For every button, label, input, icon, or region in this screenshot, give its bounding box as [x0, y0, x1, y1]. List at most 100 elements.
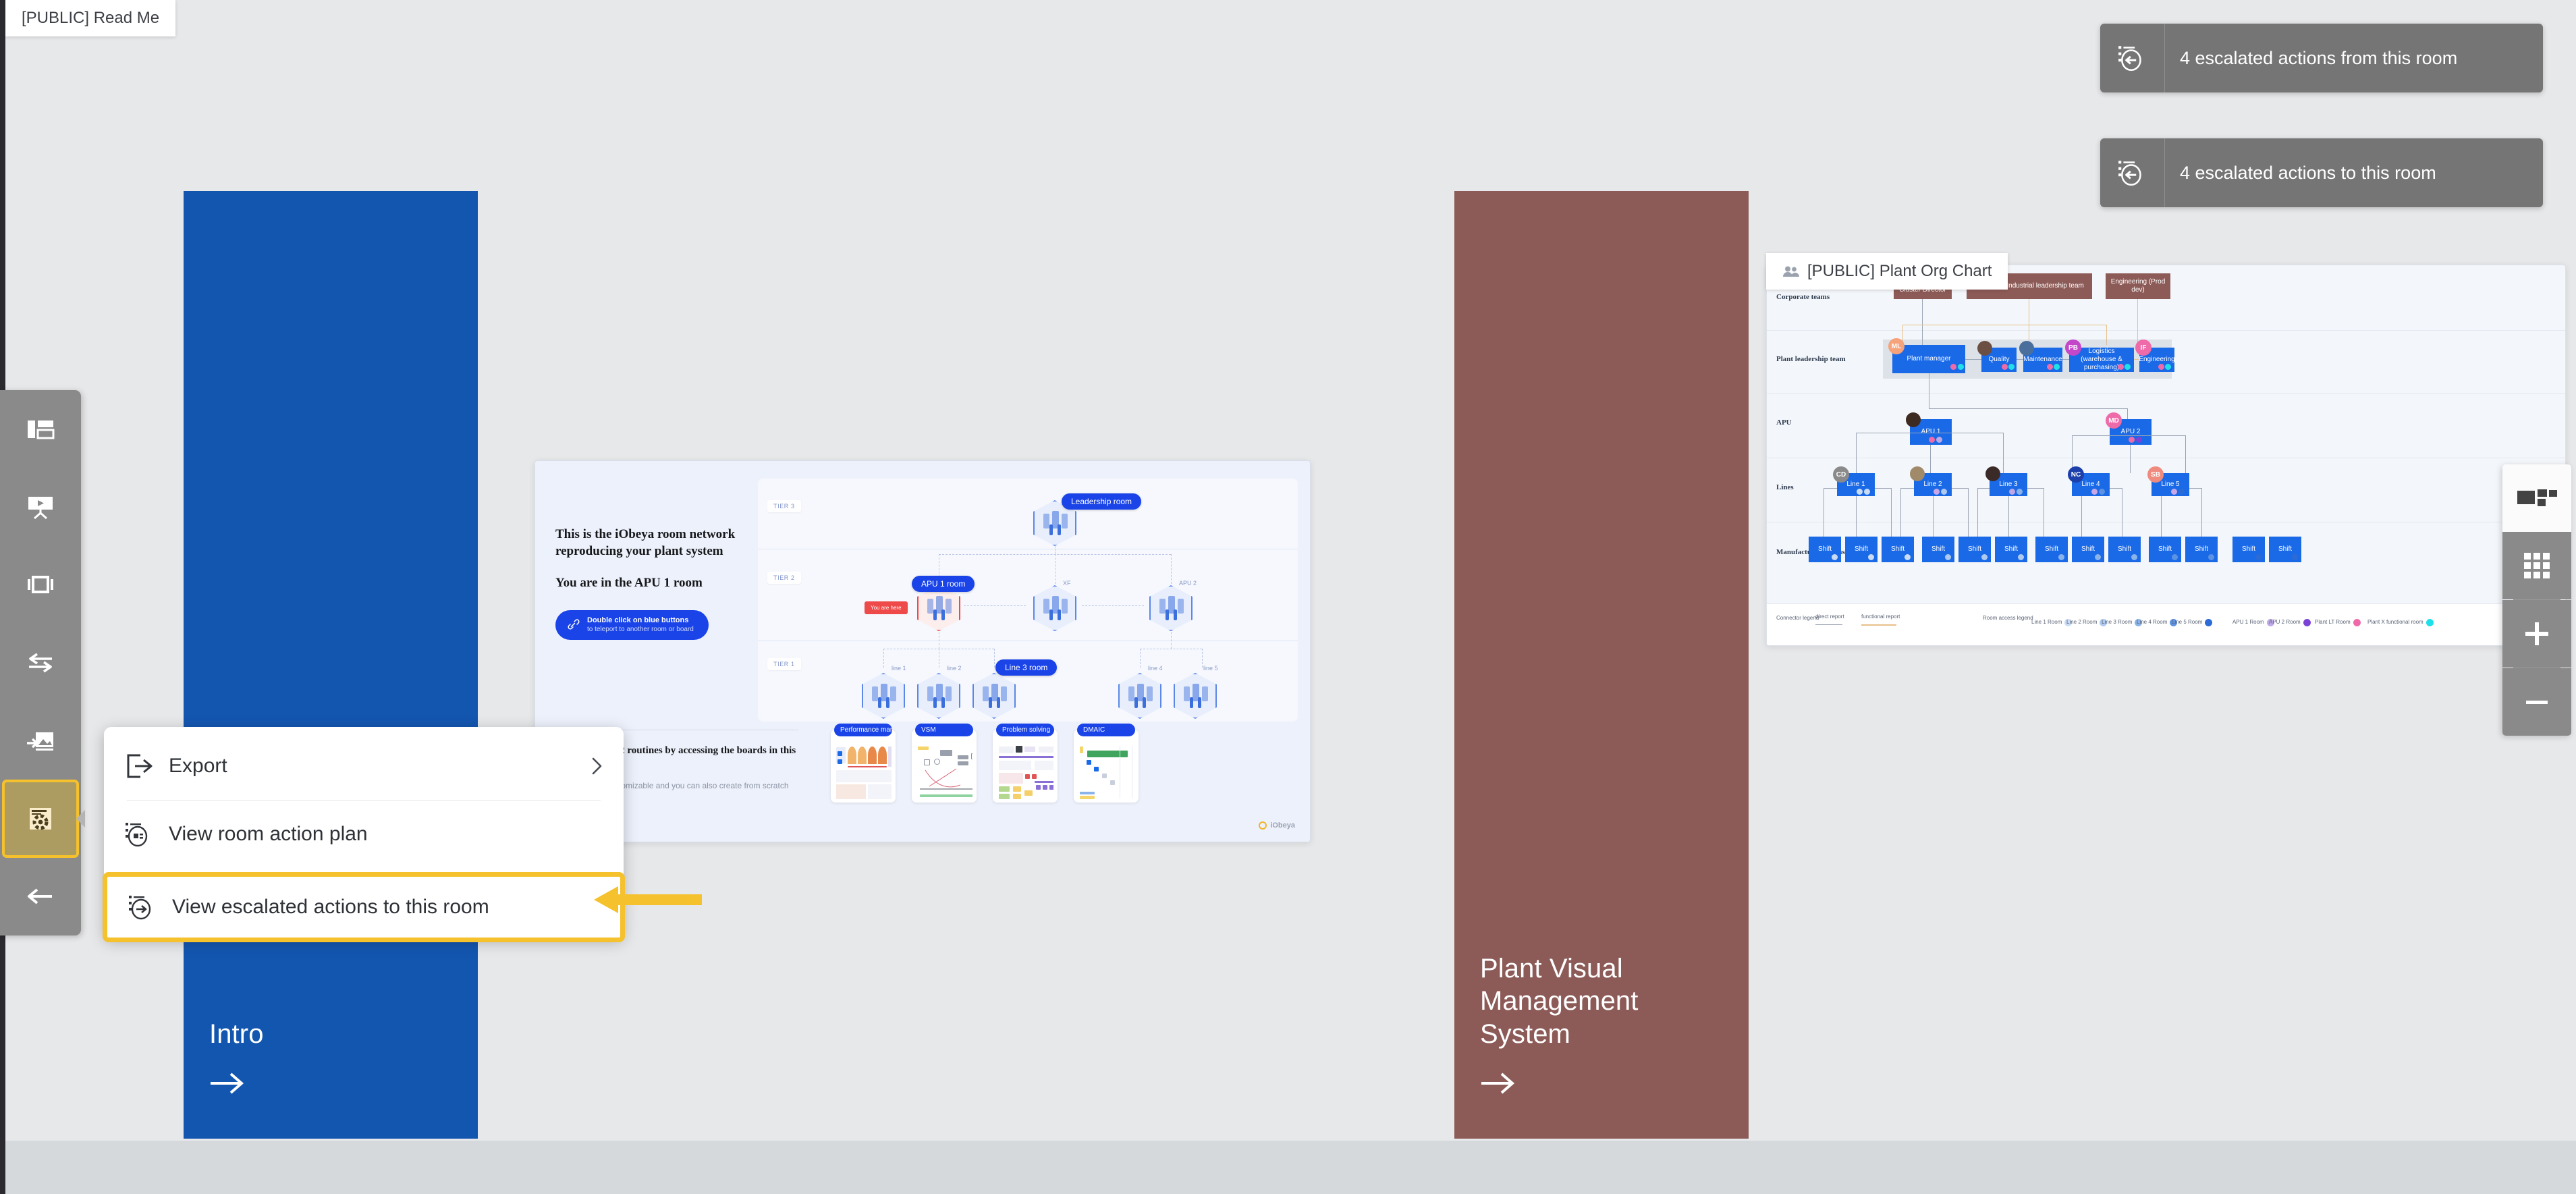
- network-node-label: line 2: [947, 665, 962, 672]
- legend-room-access-title: Room access legend: [1983, 615, 2033, 621]
- thumbnail-preview: [997, 744, 1053, 801]
- room-options-icon: [30, 807, 51, 830]
- menu-item-view-escalated-actions[interactable]: View escalated actions to this room: [103, 872, 625, 942]
- avatar[interactable]: [1910, 466, 1925, 481]
- org-row-label: APU: [1776, 418, 1792, 427]
- avatar[interactable]: [1906, 412, 1921, 427]
- room-card-title: Intro: [209, 1019, 264, 1050]
- transfer-arrows-icon: [29, 653, 52, 673]
- board-thumbnail[interactable]: VSM: [912, 724, 977, 803]
- toolbar-image-export-button[interactable]: [0, 702, 81, 780]
- org-chart-legend: Connector legend direct report functiona…: [1767, 603, 2565, 645]
- board-thumbnail[interactable]: Performance management: [831, 724, 896, 803]
- avatar[interactable]: ML: [1888, 338, 1904, 354]
- org-row-label: Plant leadership team: [1776, 355, 1846, 363]
- board-thumbnail[interactable]: Problem solving: [993, 724, 1058, 803]
- tier-label: TIER 3: [767, 500, 801, 512]
- tooltip-escalated-to: 4 escalated actions to this room: [2100, 138, 2543, 207]
- zoom-in-icon: [2525, 622, 2548, 645]
- slideshow-icon: [28, 576, 53, 594]
- network-node-label: line 1: [892, 665, 906, 672]
- avatar[interactable]: NC: [2068, 466, 2084, 483]
- network-node-apu1[interactable]: [917, 585, 960, 631]
- room-card-pvms[interactable]: Plant Visual Management System: [1454, 191, 1749, 1139]
- toolbar-room-options-button[interactable]: [2, 779, 85, 858]
- network-node-pill[interactable]: Leadership room: [1062, 493, 1142, 510]
- network-node-line5[interactable]: [1174, 673, 1217, 719]
- iobeya-logo-text: iObeya: [1270, 821, 1295, 830]
- tooltip-escalated-from: 4 escalated actions from this room: [2100, 24, 2543, 92]
- avatar[interactable]: PB: [2065, 340, 2081, 356]
- avatar[interactable]: SB: [2147, 466, 2164, 483]
- export-icon: [127, 754, 153, 778]
- left-toolbar: [0, 390, 85, 935]
- thumbnail-preview: [916, 744, 972, 801]
- tooltip-text: 4 escalated actions to this room: [2180, 162, 2436, 183]
- thumbnail-label: VSM: [915, 724, 973, 736]
- board-readme[interactable]: This is the iObeya room network reproduc…: [535, 460, 1311, 842]
- network-node-apu2[interactable]: [1149, 585, 1193, 631]
- board-tab-readme[interactable]: [PUBLIC] Read Me: [5, 0, 176, 36]
- org-box-engineering-proddev[interactable]: Engineering (Prod dev): [2106, 273, 2170, 299]
- toolbar-back-button[interactable]: [0, 858, 81, 935]
- thumbnail-preview: [1078, 744, 1134, 801]
- legend-room-item: Plant X functional room: [2367, 619, 2434, 626]
- toolbar-slideshow-button[interactable]: [0, 546, 81, 624]
- people-icon: [1783, 266, 1799, 277]
- avatar[interactable]: IF: [2135, 340, 2152, 356]
- tier-label: TIER 1: [767, 658, 801, 670]
- avatar[interactable]: [1977, 341, 1992, 356]
- menu-item-room-action-plan[interactable]: View room action plan: [104, 800, 624, 868]
- network-node-pill[interactable]: Line 3 room: [995, 659, 1058, 676]
- menu-item-label: View room action plan: [169, 823, 368, 845]
- toolbar-board-layout-button[interactable]: [0, 390, 81, 468]
- zoom-in-button[interactable]: [2502, 600, 2571, 668]
- right-toolbar: [2502, 464, 2571, 736]
- network-node-line1[interactable]: [862, 673, 905, 719]
- network-node-line4[interactable]: [1118, 673, 1161, 719]
- legend-direct-report: direct report: [1815, 614, 1844, 620]
- thumbnail-label: Problem solving: [996, 724, 1054, 736]
- room-context-menu: Export View room action plan View escala…: [103, 727, 625, 942]
- legend-connector-title: Connector legend: [1776, 615, 1819, 621]
- zoom-out-button[interactable]: [2502, 668, 2571, 736]
- callout-arrow: [594, 886, 702, 913]
- network-node-line3[interactable]: [972, 673, 1016, 719]
- board-thumbnail-list: Performance management: [831, 724, 1139, 803]
- action-plan-icon: [126, 823, 148, 847]
- room-card-title: Plant Visual Management System: [1480, 953, 1639, 1050]
- pill-line-2: to teleport to another room or board: [587, 625, 694, 633]
- grid-button[interactable]: [2502, 532, 2571, 599]
- app-root: Intro Plant Visual Management System Thi…: [0, 0, 2576, 1194]
- toolbar-presentation-button[interactable]: [0, 468, 81, 545]
- menu-item-label: Export: [169, 755, 227, 777]
- network-node-xf[interactable]: [1033, 585, 1076, 631]
- presentation-icon: [28, 497, 53, 520]
- toolbar-transfer-button[interactable]: [0, 624, 81, 701]
- escalated-in-icon: [2100, 138, 2165, 207]
- board-thumbnail[interactable]: DMAIC: [1074, 724, 1139, 803]
- toolbar-active-pointer: [76, 809, 85, 827]
- pill-line-1: Double click on blue buttons: [587, 616, 689, 625]
- avatar[interactable]: [2019, 341, 2034, 356]
- org-row-label: Corporate teams: [1776, 293, 1830, 301]
- legend-room-item: Line 5 Room: [2172, 619, 2213, 626]
- menu-item-export[interactable]: Export: [104, 732, 624, 800]
- grid-icon: [2524, 553, 2550, 578]
- avatar[interactable]: CD: [1833, 466, 1849, 483]
- thumbnail-preview: [835, 744, 892, 801]
- board-tab-label: [PUBLIC] Read Me: [22, 9, 160, 27]
- room-network-diagram: TIER 3 TIER 2 TIER 1 Leadership room APU…: [758, 479, 1298, 722]
- avatar[interactable]: [1985, 466, 2000, 481]
- network-node-line2[interactable]: [917, 673, 960, 719]
- board-tab-orgchart[interactable]: [PUBLIC] Plant Org Chart: [1766, 253, 2008, 290]
- board-plant-org-chart[interactable]: Corporate teams Plant leadership team AP…: [1766, 265, 2566, 646]
- iobeya-mark-icon: [1259, 821, 1267, 830]
- layout-tiles-button[interactable]: [2502, 464, 2571, 532]
- network-node-pill[interactable]: APU 1 room: [912, 576, 975, 592]
- layout-tiles-icon: [2517, 489, 2557, 506]
- room-card-intro[interactable]: Intro: [184, 191, 478, 1139]
- menu-item-label: View escalated actions to this room: [172, 896, 489, 918]
- teleport-hint-pill[interactable]: Double click on blue buttons to teleport…: [555, 610, 709, 641]
- avatar[interactable]: MD: [2106, 412, 2122, 429]
